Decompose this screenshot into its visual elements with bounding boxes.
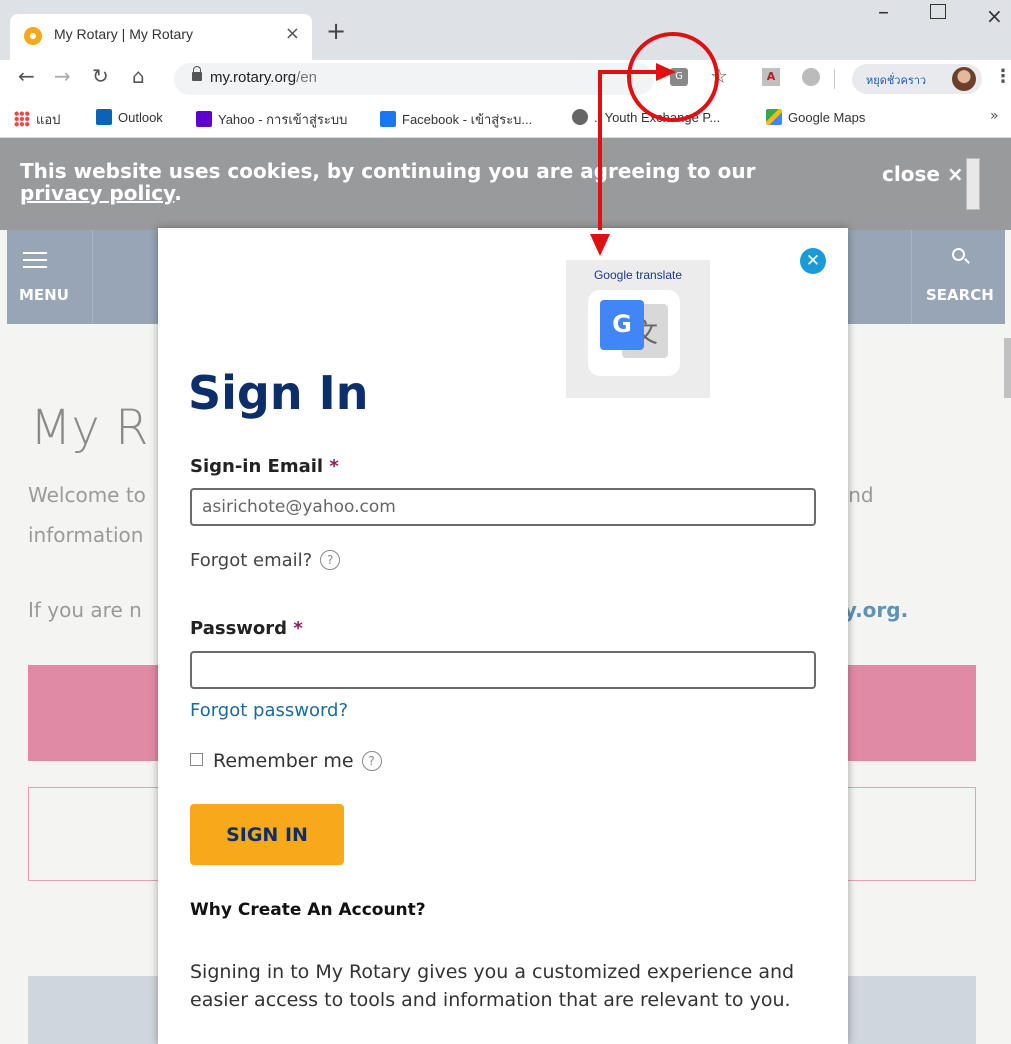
forward-arrow-icon[interactable]: → [54,64,71,88]
pdf-extension-icon[interactable]: A [762,68,780,86]
browser-menu-icon[interactable]: ⋮ [994,66,1011,87]
page-title: My R [30,400,149,456]
back-arrow-icon[interactable]: ← [18,64,35,88]
address-bar[interactable]: my.rotary.org/en [174,63,654,95]
bookmark-yahoo[interactable]: Yahoo - การเข้าสู่ระบบ [196,109,347,130]
welcome-text: Welcome to [28,483,146,507]
bookmark-facebook[interactable]: Facebook - เข้าสู่ระบ... [380,109,532,130]
cookie-scrollbar[interactable] [966,158,980,210]
url-text: my.rotary.org/en [210,69,317,86]
globe-icon [572,109,588,125]
browser-tab[interactable]: My Rotary | My Rotary × [10,14,312,60]
checkbox-icon[interactable] [190,753,203,766]
yahoo-icon [196,111,212,127]
window-close-button[interactable]: × [986,4,1003,28]
info-text: information [28,523,144,547]
bookmarks-overflow-icon[interactable]: » [990,108,999,124]
menu-button[interactable]: MENU [7,230,93,324]
why-create-account-text: Signing in to My Rotary gives you a cust… [190,961,795,1011]
window-minimize-button[interactable]: – [878,0,889,25]
window-maximize-button[interactable] [930,4,946,19]
google-translate-label: Google translate [593,268,683,282]
search-label: SEARCH [926,286,994,304]
privacy-policy-link[interactable]: privacy policy [20,181,174,205]
search-button[interactable]: SEARCH [911,230,1005,324]
tab-title: My Rotary | My Rotary [54,26,193,42]
google-translate-icon[interactable]: G [670,68,688,86]
forgot-password-link[interactable]: Forgot password? [190,700,348,721]
remember-me-checkbox[interactable]: Remember me? [190,750,382,772]
apps-grid-icon [14,111,30,127]
bookmark-google-maps[interactable]: Google Maps [766,109,865,125]
cookie-close-button[interactable]: close × [882,162,964,186]
browser-tabstrip: My Rotary | My Rotary × + – × [0,0,1011,60]
toolbar-divider [834,69,835,89]
lock-icon [192,66,202,81]
extension-icon[interactable] [802,68,820,86]
bookmark-apps[interactable]: แอป [14,109,60,130]
modal-close-icon[interactable]: ✕ [800,248,826,274]
menu-label: MENU [19,286,69,304]
hamburger-icon [23,252,47,268]
why-create-account-heading: Why Create An Account? [190,900,426,920]
help-icon[interactable]: ? [361,751,382,771]
email-label: Sign-in Email * [190,456,339,477]
cookie-text: This website uses cookies, by continuing… [20,159,756,205]
bookmark-youth-exchange[interactable]: .: Youth Exchange P... [572,109,720,125]
bookmark-star-icon[interactable]: ☆ [710,64,728,88]
password-field[interactable] [190,651,816,689]
sign-in-modal: ✕ Google translate 文 G Sign In Sign-in E… [158,228,848,1044]
tab-close-icon[interactable]: × [285,23,300,44]
if-you-text: If you are n [28,598,142,622]
home-icon[interactable]: ⌂ [132,64,145,88]
avatar [952,67,976,91]
outlook-icon [96,109,112,125]
email-field[interactable] [190,488,816,526]
search-icon [952,248,965,261]
new-tab-button[interactable]: + [326,17,346,45]
facebook-icon [380,111,396,127]
google-maps-icon [766,109,782,125]
sign-in-button[interactable]: SIGN IN [190,804,344,865]
bookmark-outlook[interactable]: Outlook [96,109,163,125]
profile-button[interactable]: หยุดชั่วคราว [852,64,982,94]
page-scrollbar[interactable] [1004,338,1011,398]
rotary-favicon-icon [24,27,42,45]
reload-icon[interactable]: ↻ [92,64,109,88]
browser-toolbar: ← → ↻ ⌂ my.rotary.org/en G ☆ A หยุดชั่วค… [0,60,1011,100]
modal-title: Sign In [188,366,369,420]
profile-name: หยุดชั่วคราว [866,74,927,87]
password-label: Password * [190,618,303,639]
google-translate-callout: Google translate 文 G [566,260,710,398]
help-icon[interactable]: ? [320,550,341,570]
google-translate-logo-icon: 文 G [588,290,680,376]
forgot-email-link[interactable]: Forgot email?? [190,550,341,571]
cookie-banner: This website uses cookies, by continuing… [0,138,1011,230]
bookmarks-bar: แอป Outlook Yahoo - การเข้าสู่ระบบ Faceb… [0,100,1011,138]
